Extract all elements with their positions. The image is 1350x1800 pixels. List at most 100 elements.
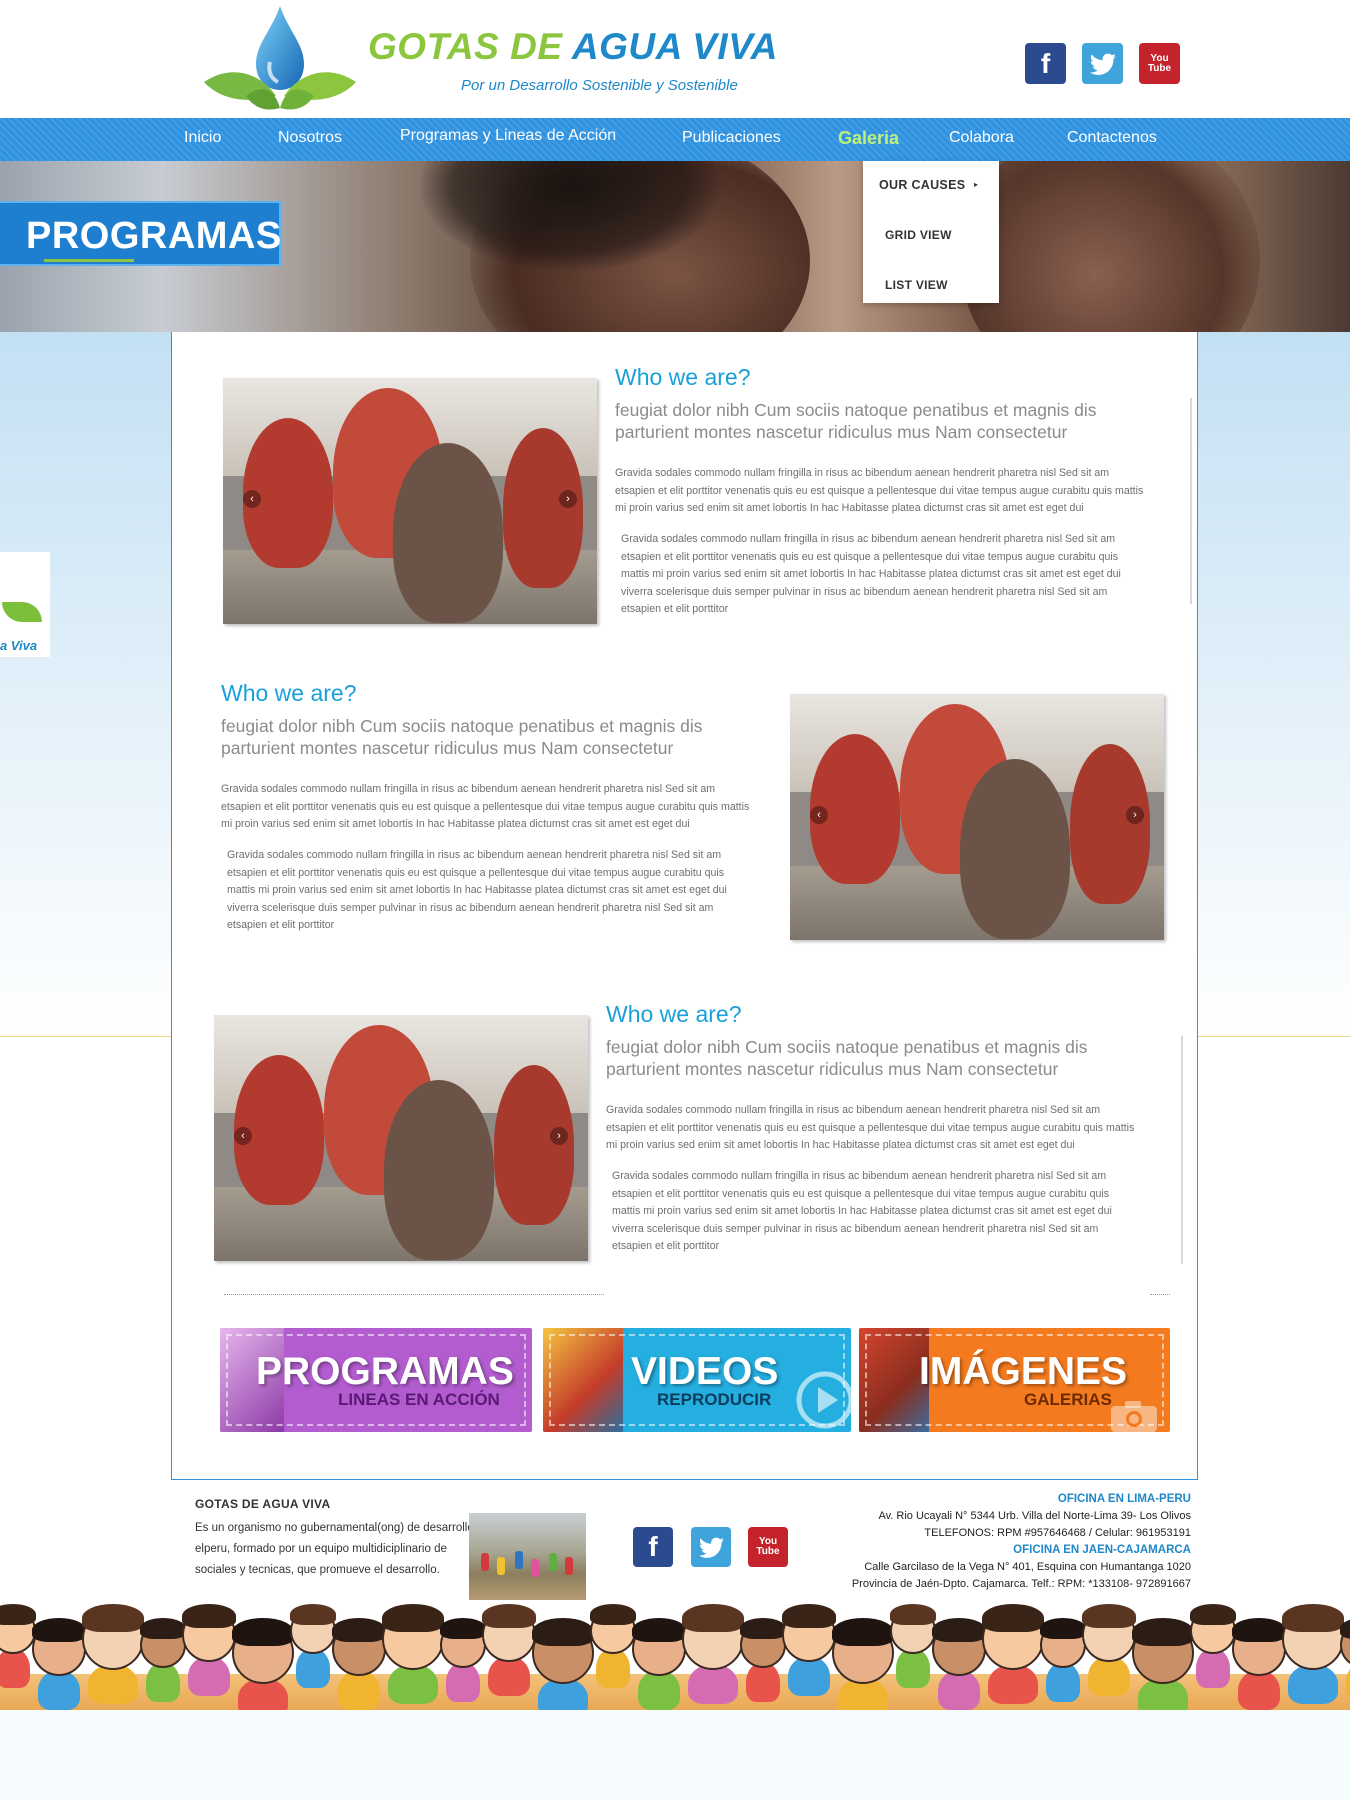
page-bottom-space — [0, 1710, 1350, 1800]
facebook-glyph: f — [1040, 47, 1051, 79]
office-jaen-address: Calle Garcilaso de la Vega N° 401, Esqui… — [864, 1561, 1191, 1573]
cartoon-kid-body — [896, 1648, 930, 1688]
cartoon-kid-hair — [832, 1618, 894, 1646]
twitter-icon[interactable] — [1082, 43, 1123, 84]
cartoon-kid-hair — [740, 1618, 786, 1639]
section-1-scrollbar[interactable] — [1190, 398, 1192, 604]
photo-child — [481, 1553, 489, 1571]
slider-prev-icon[interactable]: ‹ — [243, 490, 261, 508]
section-1-subtitle: feugiat dolor nibh Cum sociis natoque pe… — [615, 400, 1097, 442]
slider-next-icon[interactable]: › — [1126, 806, 1144, 824]
brand-title-part2: AGUA VIVA — [571, 26, 778, 67]
cartoon-kid-hair — [890, 1604, 936, 1625]
section-3-scrollbar[interactable] — [1181, 1036, 1183, 1264]
photo-person — [494, 1065, 574, 1225]
photo-person — [393, 443, 503, 623]
cartoon-kid-body — [488, 1656, 530, 1696]
slider-next-icon[interactable]: › — [559, 490, 577, 508]
section-3-title: Who we are? — [606, 1001, 742, 1027]
slider-photo-2[interactable]: ‹ › — [790, 694, 1164, 940]
youtube-icon[interactable]: You Tube — [1139, 43, 1180, 84]
office-lima-title: OFICINA EN LIMA-PERU — [1057, 1493, 1191, 1505]
footer-description: Es un organismo no gubernamental(ong) de… — [195, 1518, 472, 1580]
footer-children-photo[interactable] — [469, 1513, 586, 1600]
promo-imagenes-title: IMÁGENES — [919, 1350, 1128, 1393]
footer-facebook-icon[interactable]: f — [633, 1527, 673, 1567]
page-title-underline — [44, 259, 134, 262]
slider-prev-icon[interactable]: ‹ — [234, 1127, 252, 1145]
slider-next-icon[interactable]: › — [550, 1127, 568, 1145]
nav-contactenos[interactable]: Contactenos — [1067, 129, 1157, 147]
cartoon-kid-body — [0, 1648, 30, 1688]
footer-twitter-icon[interactable] — [691, 1527, 731, 1567]
nav-colabora[interactable]: Colabora — [949, 129, 1014, 147]
brand-title[interactable]: GOTAS DE AGUA VIVA — [368, 26, 778, 68]
cartoon-kid-hair — [1190, 1604, 1236, 1625]
page-title-box: PROGRAMAS — [0, 201, 281, 266]
cartoon-kid-body — [688, 1664, 738, 1704]
slider-photo-1[interactable]: ‹ › — [223, 378, 597, 624]
cartoon-kid-hair — [482, 1604, 536, 1629]
facebook-icon[interactable]: f — [1025, 43, 1066, 84]
promo-videos-title: VIDEOS — [631, 1350, 779, 1393]
galeria-dropdown-menu: OUR CAUSES ▸ GRID VIEW LIST VIEW — [863, 161, 999, 303]
dropdown-item-grid-view[interactable]: GRID VIEW — [885, 228, 1021, 242]
facebook-glyph: f — [648, 1531, 658, 1562]
office-jaen-phones: Provincia de Jaén-Dpto. Cajamarca. Telf.… — [851, 1578, 1191, 1590]
footer-kids-illustration — [0, 1600, 1350, 1710]
cartoon-kid-hair — [1132, 1618, 1194, 1646]
cartoon-kid-body — [596, 1648, 630, 1688]
brand-tagline: Por un Desarrollo Sostenible y Sostenibl… — [461, 77, 738, 94]
office-lima-address: Av. Rio Ucayali N° 5344 Urb. Villa del N… — [878, 1510, 1191, 1522]
cartoon-kid-hair — [182, 1604, 236, 1629]
nav-publicaciones[interactable]: Publicaciones — [682, 129, 781, 147]
cartoon-kid-body — [988, 1664, 1038, 1704]
nav-nosotros[interactable]: Nosotros — [278, 129, 342, 147]
footer-title: GOTAS DE AGUA VIVA — [195, 1497, 331, 1511]
nav-inicio[interactable]: Inicio — [184, 129, 221, 147]
promo-videos-button[interactable]: VIDEOS REPRODUCIR — [543, 1328, 851, 1432]
cartoon-kid-hair — [232, 1618, 294, 1646]
section-2-paragraph-1: Gravida sodales commodo nullam fringilla… — [221, 783, 750, 830]
promo-imagenes-button[interactable]: IMÁGENES GALERIAS — [859, 1328, 1170, 1432]
nav-galeria[interactable]: Galeria — [838, 128, 899, 149]
promo-programas-button[interactable]: PROGRAMAS LINEAS EN ACCIÓN — [220, 1328, 532, 1432]
dropdown-item-list-view[interactable]: LIST VIEW — [885, 278, 1021, 292]
photo-child — [531, 1559, 539, 1577]
cartoon-kid-hair — [1232, 1618, 1286, 1643]
side-logo-tab[interactable]: ua Viva — [0, 552, 50, 657]
section-2-title: Who we are? — [221, 680, 357, 706]
side-logo-text: ua Viva — [0, 638, 38, 653]
cartoon-kid-hair — [440, 1618, 486, 1639]
section-3-paragraph-2: Gravida sodales commodo nullam fringilla… — [612, 1170, 1112, 1252]
cartoon-kid-body — [88, 1664, 138, 1704]
footer-youtube-icon[interactable]: You Tube — [748, 1527, 788, 1567]
cartoon-kid-hair — [82, 1604, 144, 1632]
cartoon-kid-hair — [140, 1618, 186, 1639]
camera-icon — [1111, 1401, 1157, 1432]
photo-person — [384, 1080, 494, 1260]
office-jaen-title: OFICINA EN JAEN-CAJAMARCA — [1013, 1544, 1191, 1556]
section-1-paragraph-1: Gravida sodales commodo nullam fringilla… — [615, 467, 1144, 514]
twitter-bird-icon — [1089, 53, 1116, 75]
cartoon-kid-body — [788, 1656, 830, 1696]
dropdown-item-our-causes[interactable]: OUR CAUSES — [879, 178, 1015, 192]
cartoon-kid-hair — [632, 1618, 686, 1643]
slider-prev-icon[interactable]: ‹ — [810, 806, 828, 824]
youtube-line2: Tube — [1147, 62, 1172, 74]
cartoon-kid-hair — [532, 1618, 594, 1646]
cartoon-kid-hair — [1282, 1604, 1344, 1632]
dotted-divider-left — [224, 1294, 604, 1295]
main-nav: Inicio Nosotros Programas y Lineas de Ac… — [0, 118, 1350, 161]
water-drop-logo-icon[interactable] — [200, 4, 360, 116]
cartoon-kid-body — [1196, 1648, 1230, 1688]
page-title: PROGRAMAS — [26, 215, 282, 257]
footer-desc-line-2: elperu, formado por un equipo multidicip… — [195, 1543, 447, 1555]
nav-programas[interactable]: Programas y Lineas de Acción — [400, 127, 616, 145]
slider-photo-3[interactable]: ‹ › — [214, 1015, 588, 1261]
youtube-glyph: You Tube — [1147, 53, 1172, 74]
cartoon-kid-body — [188, 1656, 230, 1696]
cartoon-kid-body — [1088, 1656, 1130, 1696]
promo-imagenes-subtitle: GALERIAS — [1024, 1390, 1112, 1409]
section-2-paragraph-2: Gravida sodales commodo nullam fringilla… — [227, 849, 727, 931]
